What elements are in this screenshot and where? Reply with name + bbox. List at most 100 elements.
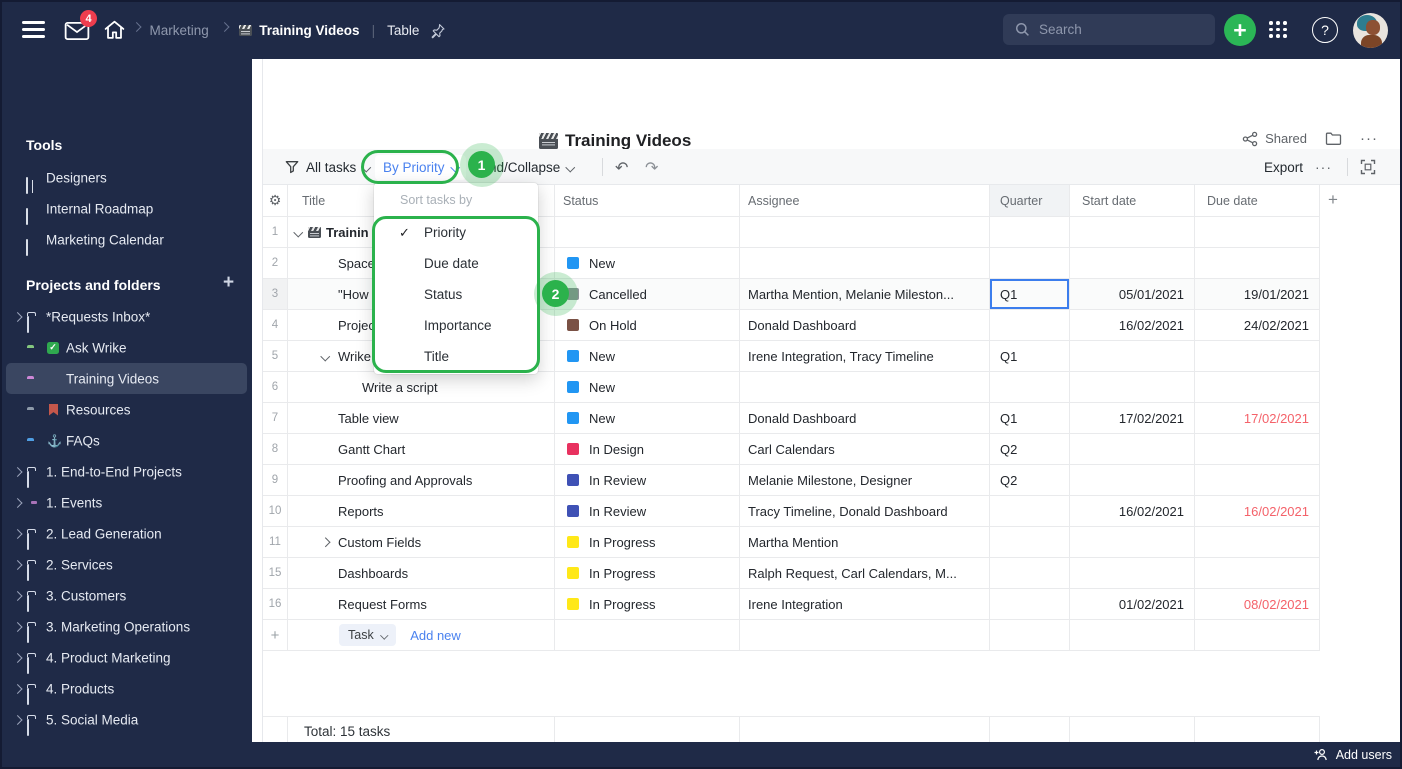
title-cell[interactable]: Proofing and Approvals [288,465,555,495]
due-date-cell[interactable]: 16/02/2021 [1195,496,1320,526]
start-date-cell[interactable] [1070,527,1195,557]
quarter-cell[interactable] [990,589,1070,619]
status-cell[interactable]: In Design [555,434,740,464]
chevron-right-icon[interactable] [12,528,22,539]
table-row[interactable]: 8 Gantt Chart In Design Carl Calendars Q2 [263,434,1320,465]
row-number-cell[interactable]: 7 [263,403,288,433]
row-number-cell[interactable]: 4 [263,310,288,340]
due-date-cell[interactable] [1195,465,1320,495]
sidebar-item-resources[interactable]: Resources [2,394,252,425]
row-number-cell[interactable]: 5 [263,341,288,371]
sidebar-resize-handle[interactable] [252,59,263,746]
row-number-cell[interactable]: 8 [263,434,288,464]
start-date-cell[interactable]: 16/02/2021 [1070,496,1195,526]
row-number-cell[interactable]: 11 [263,527,288,557]
start-date-cell[interactable] [1070,558,1195,588]
start-date-cell[interactable] [1070,341,1195,371]
start-date-cell[interactable] [1070,434,1195,464]
chevron-right-icon[interactable] [12,652,22,663]
title-cell[interactable]: Reports [288,496,555,526]
quarter-cell[interactable]: Q1 [990,403,1070,433]
start-date-cell[interactable] [1070,248,1195,278]
title-cell[interactable]: Write a script [288,372,555,402]
assignee-cell[interactable]: Irene Integration, Tracy Timeline [740,341,990,371]
due-date-cell[interactable] [1195,372,1320,402]
row-number-cell[interactable]: 2 [263,248,288,278]
column-header-status[interactable]: Status [555,185,740,217]
assignee-cell[interactable]: Carl Calendars [740,434,990,464]
chevron-right-icon[interactable] [12,497,22,508]
table-settings-cell[interactable]: ⚙ [263,185,288,217]
add-users-button[interactable]: Add users [1336,748,1392,762]
table-row[interactable]: 7 Table view New Donald Dashboard Q1 17/02/20… [263,403,1320,434]
expand-chevron-icon[interactable] [320,537,330,547]
quarter-cell[interactable]: Q2 [990,465,1070,495]
shared-button[interactable]: Shared [1242,131,1307,147]
table-row[interactable]: 6 Write a script New [263,372,1320,403]
fullscreen-icon[interactable] [1360,149,1376,185]
quarter-cell[interactable] [990,372,1070,402]
chevron-right-icon[interactable] [12,714,22,725]
status-cell[interactable]: New [555,341,740,371]
quarter-cell[interactable] [990,558,1070,588]
due-date-cell[interactable] [1195,527,1320,557]
table-row[interactable]: 11 Custom Fields In Progress Martha Mention [263,527,1320,558]
sidebar-item-1-end-to-end-projects[interactable]: 1. End-to-End Projects [2,456,252,488]
title-cell[interactable]: Request Forms [288,589,555,619]
sidebar-item-ask-wrike[interactable]: ✓ Ask Wrike [2,332,252,363]
assignee-cell[interactable]: Donald Dashboard [740,403,990,433]
status-cell[interactable]: In Review [555,465,740,495]
collapse-chevron-icon[interactable] [320,351,330,361]
breadcrumb-section[interactable]: Marketing [150,23,209,38]
sidebar-item-3-marketing-operations[interactable]: 3. Marketing Operations [2,611,252,643]
status-cell[interactable] [555,217,740,247]
table-row[interactable]: 15 Dashboards In Progress Ralph Request, Ca… [263,558,1320,589]
start-date-cell[interactable]: 01/02/2021 [1070,589,1195,619]
sidebar-item-3-customers[interactable]: 3. Customers [2,580,252,612]
sidebar-item-training-videos[interactable]: Training Videos [2,363,252,394]
filter-button[interactable]: All tasks [285,149,372,185]
help-icon[interactable]: ? [1312,17,1338,43]
row-number-cell[interactable]: 1 [263,217,288,247]
assignee-cell[interactable]: Tracy Timeline, Donald Dashboard [740,496,990,526]
sidebar-item--requests-inbox-[interactable]: *Requests Inbox* [2,301,252,333]
start-date-cell[interactable] [1070,217,1195,247]
start-date-cell[interactable] [1070,372,1195,402]
due-date-cell[interactable]: 17/02/2021 [1195,403,1320,433]
assignee-cell[interactable]: Martha Mention [740,527,990,557]
selected-cell[interactable]: Q1 [990,279,1070,309]
quarter-cell[interactable] [990,248,1070,278]
add-new-link[interactable]: Add new [410,628,461,643]
status-cell[interactable]: On Hold [555,310,740,340]
due-date-cell[interactable] [1195,434,1320,464]
row-number-cell[interactable]: 9 [263,465,288,495]
row-number-cell[interactable]: 15 [263,558,288,588]
row-number-cell[interactable]: 16 [263,589,288,619]
table-row[interactable]: 9 Proofing and Approvals In Review Melanie … [263,465,1320,496]
create-new-button[interactable]: + [1224,14,1256,46]
home-icon[interactable] [103,19,126,41]
quarter-cell[interactable]: Q1 [990,341,1070,371]
collapse-chevron-icon[interactable] [293,227,303,237]
quarter-cell[interactable] [990,217,1070,247]
status-cell[interactable]: In Progress [555,589,740,619]
more-options-icon[interactable]: ··· [1360,130,1378,147]
title-cell[interactable]: Dashboards [288,558,555,588]
chevron-right-icon[interactable] [12,466,22,477]
due-date-cell[interactable]: 19/01/2021 [1195,279,1320,309]
quarter-cell[interactable] [990,527,1070,557]
quarter-cell[interactable] [990,496,1070,526]
undo-icon[interactable]: ↶ [615,149,628,185]
assignee-cell[interactable]: Irene Integration [740,589,990,619]
start-date-cell[interactable]: 05/01/2021 [1070,279,1195,309]
assignee-cell[interactable]: Martha Mention, Melanie Mileston... [740,279,990,309]
row-number-cell[interactable]: 10 [263,496,288,526]
chevron-right-icon[interactable] [12,590,22,601]
status-cell[interactable]: New [555,248,740,278]
due-date-cell[interactable] [1195,217,1320,247]
quarter-cell[interactable]: Q2 [990,434,1070,464]
due-date-cell[interactable]: 24/02/2021 [1195,310,1320,340]
breadcrumb-project[interactable]: Training Videos [259,23,359,38]
sidebar-item-internal-roadmap[interactable]: Internal Roadmap [2,193,252,225]
chevron-right-icon[interactable] [12,683,22,694]
